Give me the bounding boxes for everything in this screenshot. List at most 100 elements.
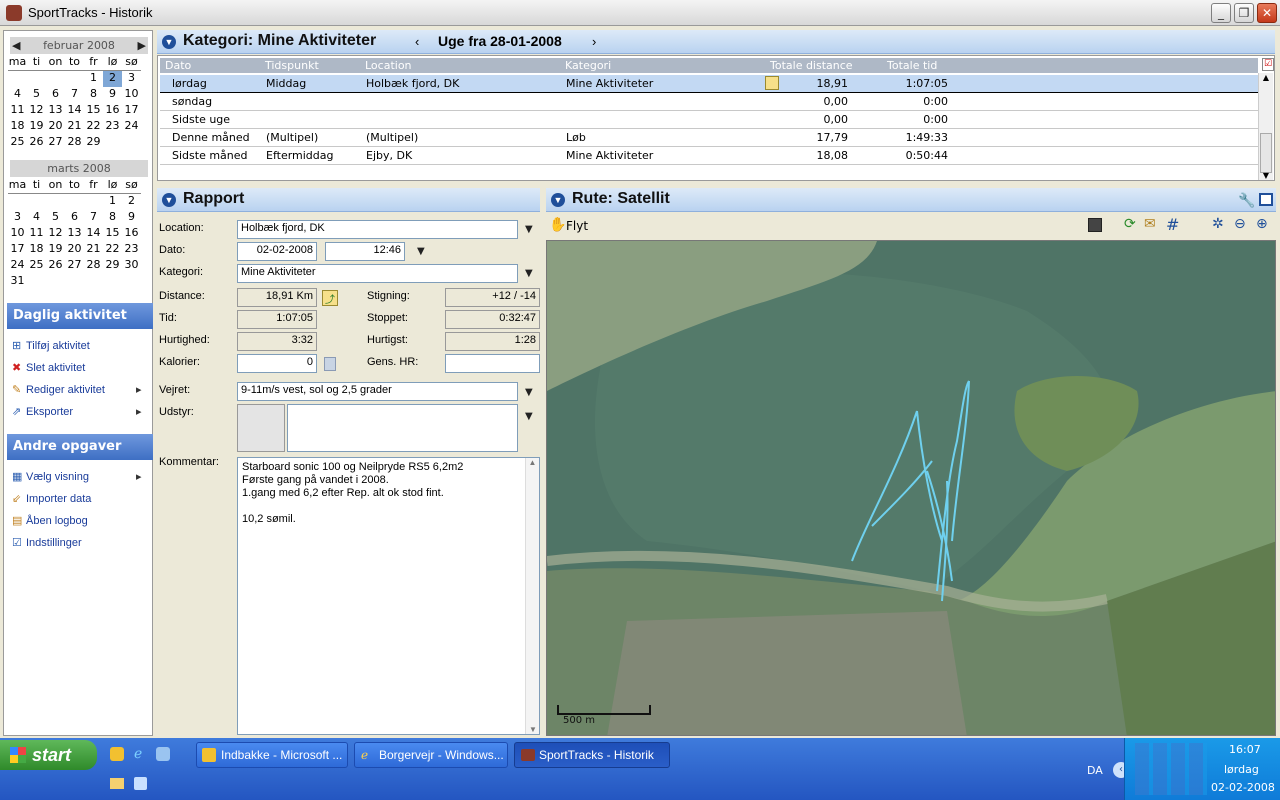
calendar-day[interactable]: 17 xyxy=(8,242,27,258)
calendar-day[interactable]: 2 xyxy=(103,71,122,87)
edit-activity-link[interactable]: ✎ Rediger aktivitet ▸ xyxy=(12,383,148,396)
calendar-day[interactable]: 7 xyxy=(65,87,84,103)
language-indicator[interactable]: DA xyxy=(1087,764,1103,777)
calendar-day[interactable]: 1 xyxy=(84,71,103,87)
hand-icon[interactable]: ✋ xyxy=(549,217,566,233)
table-row[interactable]: lørdag Middag Holbæk fjord, DK Mine Aktivit… xyxy=(160,75,1258,93)
import-data-link[interactable]: ⇙ Importer data xyxy=(12,492,91,505)
calendar-day[interactable]: 23 xyxy=(103,119,122,135)
next-week-arrow-icon[interactable]: › xyxy=(592,34,596,49)
prev-month-arrow-icon[interactable]: ◀ xyxy=(12,37,20,54)
calendar-day[interactable]: 28 xyxy=(84,258,103,274)
calendar-day[interactable]: 21 xyxy=(84,242,103,258)
calendar-day[interactable]: 30 xyxy=(122,258,141,274)
scroll-thumb[interactable] xyxy=(1260,133,1272,173)
calendar-day[interactable]: 25 xyxy=(8,135,27,151)
add-activity-link[interactable]: ⊞ Tilføj aktivitet xyxy=(12,339,90,352)
calendar-day[interactable]: 10 xyxy=(122,87,141,103)
zoom-fit-icon[interactable]: ✲ xyxy=(1212,216,1224,232)
calendar-day[interactable]: 16 xyxy=(103,103,122,119)
calendar-day[interactable]: 17 xyxy=(122,103,141,119)
calendar-day[interactable]: 5 xyxy=(46,210,65,226)
calendar-day[interactable]: 16 xyxy=(122,226,141,242)
taskbar-button-outlook[interactable]: Indbakke - Microsoft ... xyxy=(196,742,348,768)
ie-quicklaunch-icon[interactable]: ℯ xyxy=(134,746,142,762)
calendar-day[interactable]: 14 xyxy=(65,103,84,119)
choose-view-link[interactable]: ▦ Vælg visning ▸ xyxy=(12,470,148,483)
calendar-day[interactable]: 5 xyxy=(27,87,46,103)
zoom-in-icon[interactable]: ⊕ xyxy=(1256,216,1268,232)
column-header-total-time[interactable]: Totale tid xyxy=(887,59,937,72)
calendar-day[interactable]: 15 xyxy=(84,103,103,119)
equipment-dropdown-icon[interactable]: ▼ xyxy=(525,411,533,422)
table-row[interactable]: søndag 0,00 0:00 xyxy=(160,93,1258,111)
avg-hr-field[interactable] xyxy=(445,354,540,373)
calendar-day[interactable]: 27 xyxy=(46,135,65,151)
maximize-button[interactable]: ❐ xyxy=(1234,3,1254,23)
minimize-button[interactable]: _ xyxy=(1211,3,1231,23)
wrench-icon[interactable]: 🔧 xyxy=(1238,192,1255,209)
calendar-day[interactable]: 3 xyxy=(8,210,27,226)
zoom-out-icon[interactable]: ⊖ xyxy=(1234,216,1246,232)
calendar-day[interactable]: 27 xyxy=(65,258,84,274)
date-dropdown-icon[interactable]: ▼ xyxy=(417,246,425,257)
column-header-location[interactable]: Location xyxy=(365,59,412,72)
tray-icons[interactable] xyxy=(1135,743,1207,795)
calendar-day[interactable]: 1 xyxy=(103,194,122,210)
column-header-distance[interactable]: Totale distance xyxy=(770,59,853,72)
taskbar-button-browser[interactable]: ℯ Borgervejr - Windows... xyxy=(354,742,508,768)
map-route-icon[interactable]: ⤴ xyxy=(322,290,338,306)
calendar-day[interactable]: 12 xyxy=(46,226,65,242)
calendar-day[interactable]: 19 xyxy=(46,242,65,258)
calendar-day[interactable]: 9 xyxy=(122,210,141,226)
table-row[interactable]: Denne måned (Multipel) (Multipel) Løb 17,79 1… xyxy=(160,129,1258,147)
comment-icon[interactable]: ✉ xyxy=(1144,216,1156,232)
calendar-day[interactable]: 26 xyxy=(46,258,65,274)
calendar-day[interactable]: 3 xyxy=(122,71,141,87)
window-toggle-icon[interactable] xyxy=(1259,193,1273,206)
time-field[interactable]: 12:46 xyxy=(325,242,405,261)
equipment-image[interactable] xyxy=(237,404,285,452)
calendar-day[interactable]: 21 xyxy=(65,119,84,135)
next-month-arrow-icon[interactable]: ▶ xyxy=(138,37,146,54)
category-dropdown-icon[interactable]: ▼ xyxy=(525,268,533,279)
location-dropdown-icon[interactable]: ▼ xyxy=(525,224,533,235)
calendar-day[interactable]: 15 xyxy=(103,226,122,242)
comment-textarea[interactable]: Starboard sonic 100 og Neilpryde RS5 6,2… xyxy=(237,457,540,735)
collapse-icon[interactable]: ▼ xyxy=(162,193,176,207)
calories-field[interactable]: 0 xyxy=(237,354,317,373)
table-scrollbar[interactable]: ▲ ▼ xyxy=(1258,73,1273,180)
calendar-day[interactable]: 18 xyxy=(8,119,27,135)
weather-field[interactable]: 9-11m/s vest, sol og 2,5 grader xyxy=(237,382,518,401)
column-chooser-icon[interactable]: ☑ xyxy=(1262,58,1274,71)
weather-dropdown-icon[interactable]: ▼ xyxy=(525,387,533,398)
calendar-day[interactable]: 22 xyxy=(84,119,103,135)
move-label[interactable]: Flyt xyxy=(566,219,588,233)
calendar-day[interactable]: 11 xyxy=(27,226,46,242)
scroll-up-arrow-icon[interactable]: ▲ xyxy=(1259,73,1273,87)
column-header-date[interactable]: Dato xyxy=(165,59,191,72)
collapse-icon[interactable]: ▼ xyxy=(162,35,176,49)
desktop-quicklaunch-icon[interactable] xyxy=(156,747,170,761)
calendar-day[interactable]: 8 xyxy=(103,210,122,226)
export-link[interactable]: ⇗ Eksporter ▸ xyxy=(12,405,148,418)
calendar-day[interactable]: 28 xyxy=(65,135,84,151)
delete-activity-link[interactable]: ✖ Slet aktivitet xyxy=(12,361,85,374)
calendar-day[interactable]: 20 xyxy=(65,242,84,258)
calendar-day[interactable]: 10 xyxy=(8,226,27,242)
column-header-time[interactable]: Tidspunkt xyxy=(265,59,319,72)
calendar-day[interactable]: 9 xyxy=(103,87,122,103)
calendar-day[interactable]: 13 xyxy=(65,226,84,242)
clock-time[interactable]: 16:07 xyxy=(1229,743,1261,756)
calendar-day[interactable]: 6 xyxy=(46,87,65,103)
satellite-map[interactable]: 500 m xyxy=(546,240,1276,736)
calendar-day[interactable]: 11 xyxy=(8,103,27,119)
calendar-day[interactable]: 7 xyxy=(84,210,103,226)
calendar-day[interactable]: 20 xyxy=(46,119,65,135)
calendar-day[interactable]: 4 xyxy=(8,87,27,103)
calendar-day[interactable]: 6 xyxy=(65,210,84,226)
calendar-day[interactable]: 24 xyxy=(8,258,27,274)
calendar-day[interactable]: 8 xyxy=(84,87,103,103)
calendar-day[interactable]: 26 xyxy=(27,135,46,151)
taskbar-button-sporttracks[interactable]: SportTracks - Historik xyxy=(514,742,670,768)
